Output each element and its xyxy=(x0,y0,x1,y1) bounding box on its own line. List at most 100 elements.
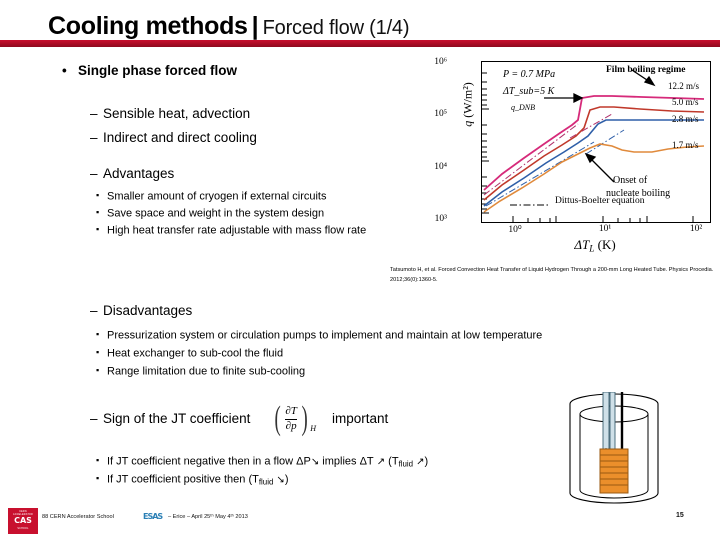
advantage-item-1-label: Smaller amount of cryogen if external ci… xyxy=(107,190,327,203)
chart-y-axis-label: q (W/m²) xyxy=(461,60,476,150)
chart-velocity-label-12-2: 12.2 m/s xyxy=(668,81,700,91)
formula-open-paren: ( xyxy=(274,400,281,437)
jt-note-1-c: (T xyxy=(388,455,399,468)
chart-x-tick-1: 10¹ xyxy=(598,224,612,234)
bullet-indirect-cooling-label: Indirect and direct cooling xyxy=(103,130,257,145)
jt-note-1-b: implies ΔT xyxy=(322,455,374,468)
chart-x-axis-label: ΔTL (K) xyxy=(481,237,709,254)
title-main: Cooling methods xyxy=(48,12,248,40)
chart-annotation-qdnb: q_DNB xyxy=(511,103,535,112)
bullet-single-phase: • Single phase forced flow xyxy=(62,63,237,78)
disadvantage-item-2-label: Heat exchanger to sub-cool the fluid xyxy=(107,347,284,360)
jt-note-1-d: ) xyxy=(424,455,429,468)
disadvantage-item-1-label: Pressurization system or circulation pum… xyxy=(107,329,543,342)
chart-y-tick-1: 10⁴ xyxy=(434,162,447,172)
chart-y-label-unit: (W/m²) xyxy=(460,82,475,118)
bullet-indirect-cooling: – Indirect and direct cooling xyxy=(90,130,257,145)
cryostat-svg xyxy=(569,391,659,504)
arrow-down-right-icon: ↘ xyxy=(310,456,320,468)
page-title: Cooling methods | Forced flow (1/4) xyxy=(48,12,410,41)
cas-logo: CERN ACCELERATOR CAS SCHOOL xyxy=(8,508,38,534)
dash-marker-icon: – xyxy=(90,411,98,426)
arrow-up-right-icon: ↗ xyxy=(416,456,425,468)
formula-close-paren: ) xyxy=(301,400,308,437)
bullet-single-phase-label: Single phase forced flow xyxy=(78,63,238,78)
bullet-advantages: – Advantages xyxy=(90,166,174,181)
cas-logo-bottom-text: SCHOOL xyxy=(17,527,29,530)
square-marker-icon: ▪ xyxy=(96,473,100,483)
cryostat-coil xyxy=(599,448,629,494)
bullet-sensible-heat: – Sensible heat, advection xyxy=(90,106,250,121)
chart-annotation-pressure: P = 0.7 MPa xyxy=(503,69,556,80)
square-marker-icon: ▪ xyxy=(96,190,100,200)
chart-annotation-film-boiling: Film boiling regime xyxy=(606,65,686,75)
cryostat-tube-1 xyxy=(602,391,610,451)
arrow-down-right-icon: ↘ xyxy=(276,474,285,486)
dash-marker-icon: – xyxy=(90,166,98,181)
jt-note-2-a: If JT coefficient positive then (T xyxy=(107,473,259,486)
square-marker-icon: ▪ xyxy=(96,455,100,465)
chart-velocity-label-1-7: 1.7 m/s xyxy=(672,140,699,150)
bullet-sensible-heat-label: Sensible heat, advection xyxy=(103,106,251,121)
formula-fraction: ∂T ∂p xyxy=(283,404,299,432)
dash-marker-icon: – xyxy=(90,106,98,121)
jt-note-2-b: ) xyxy=(284,473,289,486)
jt-note-2-subscript: fluid xyxy=(258,477,274,487)
chart-x-label-delta: Δ xyxy=(574,237,582,252)
chart-y-tick-2: 10⁵ xyxy=(434,109,447,119)
chart-y-label-symbol: q xyxy=(460,120,475,127)
advantage-item-2-label: Save space and weight in the system desi… xyxy=(107,207,325,220)
disadvantage-item-1: ▪ Pressurization system or circulation pu… xyxy=(96,329,542,342)
formula-denominator: ∂p xyxy=(285,419,297,432)
slide: Cooling methods | Forced flow (1/4) • Singl… xyxy=(0,0,720,540)
chart-x-tick-0: 10⁰ xyxy=(508,225,522,235)
chart-y-tick-0: 10³ xyxy=(434,214,447,224)
bullet-marker-icon: • xyxy=(62,63,67,78)
formula-numerator: ∂T xyxy=(285,404,297,417)
chart-velocity-label-2-8: 2.8 m/s xyxy=(672,114,699,124)
advantage-item-2: ▪ Save space and weight in the system des… xyxy=(96,207,324,220)
dash-marker-icon: – xyxy=(90,130,98,145)
bullet-jt-coefficient: – Sign of the JT coefficient xyxy=(90,411,250,426)
chart-onset-arrow xyxy=(584,152,615,183)
advantage-item-1: ▪ Smaller amount of cryogen if external c… xyxy=(96,190,326,203)
chart-y-tick-3: 10⁶ xyxy=(434,57,447,67)
jt-important-text: important xyxy=(332,411,389,426)
formula-subscript: H xyxy=(310,424,316,433)
square-marker-icon: ▪ xyxy=(96,365,100,375)
bullet-jt-coefficient-label: Sign of the JT coefficient xyxy=(103,411,251,426)
chart-citation: Tatsumoto H, et al. Forced Convection He… xyxy=(390,267,714,283)
chart-x-label-unit: (K) xyxy=(597,237,616,252)
square-marker-icon: ▪ xyxy=(96,207,100,217)
jt-note-1-a: If JT coefficient negative then in a flo… xyxy=(107,455,311,468)
bullet-advantages-label: Advantages xyxy=(103,166,175,181)
jt-note-1: ▪ If JT coefficient negative then in a fl… xyxy=(96,455,428,468)
jt-coefficient-formula: ( ∂T ∂p ) H xyxy=(272,400,316,438)
title-separator: | xyxy=(251,12,259,40)
jt-note-2: ▪ If JT coefficient positive then (Tfluid… xyxy=(96,473,288,486)
dash-marker-icon: – xyxy=(90,303,98,318)
disadvantage-item-2: ▪ Heat exchanger to sub-cool the fluid xyxy=(96,347,283,360)
footer-text-date: – Erice – April 25ᵗʰ May 4ᵗʰ 2013 xyxy=(168,514,248,520)
boiling-curve-chart: q (W/m²) 10⁶ 10⁵ 10⁴ 10³ 10⁰ 10¹ 10² ΔTL… xyxy=(434,57,719,257)
esas-logo: ESAS xyxy=(143,512,163,521)
bullet-disadvantages: – Disadvantages xyxy=(90,303,192,318)
jt-note-1-subscript: fluid xyxy=(398,459,414,469)
page-number: 15 xyxy=(676,512,684,519)
chart-x-ticks xyxy=(512,216,694,222)
title-sub: Forced flow (1/4) xyxy=(262,17,410,39)
chart-velocity-label-5-0: 5.0 m/s xyxy=(672,97,699,107)
square-marker-icon: ▪ xyxy=(96,347,100,357)
chart-reference-lines xyxy=(483,113,625,207)
footer-text: 88 CERN Accelerator School xyxy=(42,514,114,520)
chart-series-5-0 xyxy=(483,106,705,201)
cryostat-diagram xyxy=(566,391,662,510)
chart-x-tick-2: 10² xyxy=(689,224,703,234)
disadvantage-item-3: ▪ Range limitation due to finite sub-cool… xyxy=(96,365,305,378)
advantage-item-3: ▪ High heat transfer rate adjustable with… xyxy=(96,224,366,237)
chart-annotation-onset-line1: Onset of xyxy=(613,175,648,186)
chart-legend-dittus-boelter: Dittus-Boelter equation xyxy=(555,196,645,206)
cas-logo-label: CAS xyxy=(14,516,32,525)
chart-annotation-subcooling: ΔT_sub=5 K xyxy=(503,86,555,97)
jt-important-label: important xyxy=(332,411,388,426)
